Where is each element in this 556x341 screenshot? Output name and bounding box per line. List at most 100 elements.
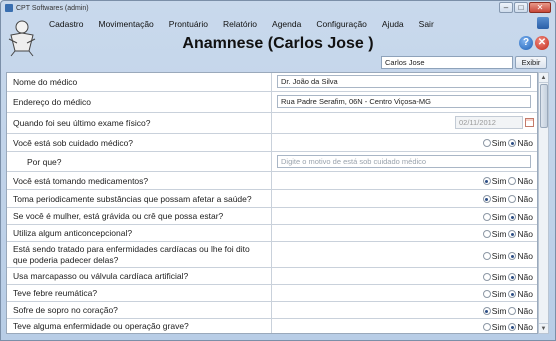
close-icon[interactable]: ✕ xyxy=(535,36,549,50)
question-row: Teve alguma enfermidade ou operação grav… xyxy=(7,319,537,333)
no-label: Não xyxy=(517,322,533,332)
question-row: Você está tomando medicamentos? Sim Não xyxy=(7,172,537,190)
radio-no[interactable] xyxy=(508,139,517,147)
radio-yes[interactable] xyxy=(482,323,491,331)
question-row: Usa marcapasso ou válvula cardíaca artif… xyxy=(7,268,537,285)
question-label: Teve alguma enfermidade ou operação grav… xyxy=(13,321,189,331)
patient-search-input[interactable]: Carlos Jose xyxy=(381,56,513,69)
yes-no-group: Sim Não xyxy=(482,251,533,261)
menu-ajuda[interactable]: Ajuda xyxy=(382,19,415,29)
radio-yes[interactable] xyxy=(482,290,491,298)
menu-movimentacao[interactable]: Movimentação xyxy=(99,19,165,29)
last-exam-row: Quando foi seu último exame físico? 02/1… xyxy=(7,113,537,134)
radio-no[interactable] xyxy=(508,230,517,238)
question-row: Teve febre reumática? Sim Não xyxy=(7,285,537,302)
yes-no-group: Sim Não xyxy=(482,194,533,204)
yes-no-group: Sim Não xyxy=(482,322,533,332)
patient-search-bar: Carlos Jose Exibir xyxy=(1,56,555,70)
yes-label: Sim xyxy=(491,272,507,282)
doctor-address-row: Endereço do médico Rua Padre Serafim, 06… xyxy=(7,92,537,113)
no-label: Não xyxy=(517,194,533,204)
question-label: Se você é mulher, está grávida ou crê qu… xyxy=(13,211,224,221)
menu-configuracao[interactable]: Configuração xyxy=(316,19,378,29)
app-window: CPT Softwares (admin) – □ ✕ Cadastro Mov… xyxy=(0,0,556,341)
question-label: Toma periodicamente substâncias que poss… xyxy=(13,194,252,204)
menu-cadastro[interactable]: Cadastro xyxy=(49,19,95,29)
scroll-thumb[interactable] xyxy=(540,84,548,128)
why-field[interactable]: Digite o motivo de está sob cuidado médi… xyxy=(277,155,531,168)
yes-no-group: Sim Não xyxy=(482,138,533,148)
yes-label: Sim xyxy=(491,322,507,332)
radio-no[interactable] xyxy=(508,252,517,260)
radio-no[interactable] xyxy=(508,213,517,221)
question-label: Você está sob cuidado médico? xyxy=(13,138,134,148)
radio-no[interactable] xyxy=(508,323,517,331)
yes-label: Sim xyxy=(491,212,507,222)
last-exam-date-field[interactable]: 02/11/2012 xyxy=(455,116,523,129)
maximize-button[interactable]: □ xyxy=(514,2,528,13)
yes-no-group: Sim Não xyxy=(482,272,533,282)
no-label: Não xyxy=(517,289,533,299)
window-close-button[interactable]: ✕ xyxy=(529,2,551,13)
yes-label: Sim xyxy=(491,138,507,148)
restore-icon[interactable] xyxy=(537,17,549,29)
why-row: Por que? Digite o motivo de está sob cui… xyxy=(7,152,537,172)
radio-no[interactable] xyxy=(508,195,517,203)
question-label: Está sendo tratado para enfermidades car… xyxy=(13,244,250,265)
no-label: Não xyxy=(517,176,533,186)
menu-sair[interactable]: Sair xyxy=(419,19,445,29)
calendar-icon[interactable] xyxy=(525,118,534,127)
yes-label: Sim xyxy=(491,194,507,204)
minimize-button[interactable]: – xyxy=(499,2,513,13)
question-row: Utiliza algum anticoncepcional? Sim Não xyxy=(7,225,537,242)
menu-prontuario[interactable]: Prontuário xyxy=(169,19,219,29)
radio-yes[interactable] xyxy=(482,252,491,260)
menu-relatorio[interactable]: Relatório xyxy=(223,19,268,29)
yes-no-group: Sim Não xyxy=(482,229,533,239)
scroll-up-arrow-icon[interactable]: ▲ xyxy=(539,73,548,83)
radio-yes[interactable] xyxy=(482,307,491,315)
radio-yes[interactable] xyxy=(482,195,491,203)
doctor-name-label: Nome do médico xyxy=(13,77,78,87)
question-row: Toma periodicamente substâncias que poss… xyxy=(7,190,537,208)
yes-label: Sim xyxy=(491,251,507,261)
window-title: CPT Softwares (admin) xyxy=(16,4,89,12)
doctor-address-field[interactable]: Rua Padre Serafim, 06N - Centro Viçosa-M… xyxy=(277,95,531,108)
scroll-down-arrow-icon[interactable]: ▼ xyxy=(539,323,548,333)
vertical-scrollbar[interactable]: ▲ ▼ xyxy=(538,72,549,334)
radio-yes[interactable] xyxy=(482,213,491,221)
yes-no-group: Sim Não xyxy=(482,306,533,316)
question-row: Está sendo tratado para enfermidades car… xyxy=(7,242,537,268)
title-bar: CPT Softwares (admin) xyxy=(1,1,555,15)
no-label: Não xyxy=(517,212,533,222)
no-label: Não xyxy=(517,272,533,282)
radio-no[interactable] xyxy=(508,273,517,281)
question-label: Você está tomando medicamentos? xyxy=(13,176,149,186)
yes-no-group: Sim Não xyxy=(482,176,533,186)
yes-label: Sim xyxy=(491,229,507,239)
last-exam-label: Quando foi seu último exame físico? xyxy=(13,118,151,128)
no-label: Não xyxy=(517,138,533,148)
doctor-name-field[interactable]: Dr. João da Silva xyxy=(277,75,531,88)
question-label: Utiliza algum anticoncepcional? xyxy=(13,228,133,238)
question-row: Você está sob cuidado médico? Sim Não xyxy=(7,134,537,152)
radio-no[interactable] xyxy=(508,290,517,298)
page-header: Anamnese (Carlos Jose ) ? ✕ xyxy=(1,33,555,55)
no-label: Não xyxy=(517,306,533,316)
radio-yes[interactable] xyxy=(482,230,491,238)
radio-no[interactable] xyxy=(508,177,517,185)
radio-no[interactable] xyxy=(508,307,517,315)
yes-label: Sim xyxy=(491,176,507,186)
question-row: Se você é mulher, está grávida ou crê qu… xyxy=(7,208,537,225)
menu-agenda[interactable]: Agenda xyxy=(272,19,312,29)
yes-label: Sim xyxy=(491,289,507,299)
anamnese-form: Nome do médico Dr. João da Silva Endereç… xyxy=(6,72,538,334)
radio-yes[interactable] xyxy=(482,177,491,185)
radio-yes[interactable] xyxy=(482,139,491,147)
window-controls: – □ ✕ xyxy=(499,2,551,13)
question-label: Teve febre reumática? xyxy=(13,288,98,298)
exibir-button[interactable]: Exibir xyxy=(515,56,547,69)
help-icon[interactable]: ? xyxy=(519,36,533,50)
radio-yes[interactable] xyxy=(482,273,491,281)
page-title: Anamnese (Carlos Jose ) xyxy=(182,35,374,52)
